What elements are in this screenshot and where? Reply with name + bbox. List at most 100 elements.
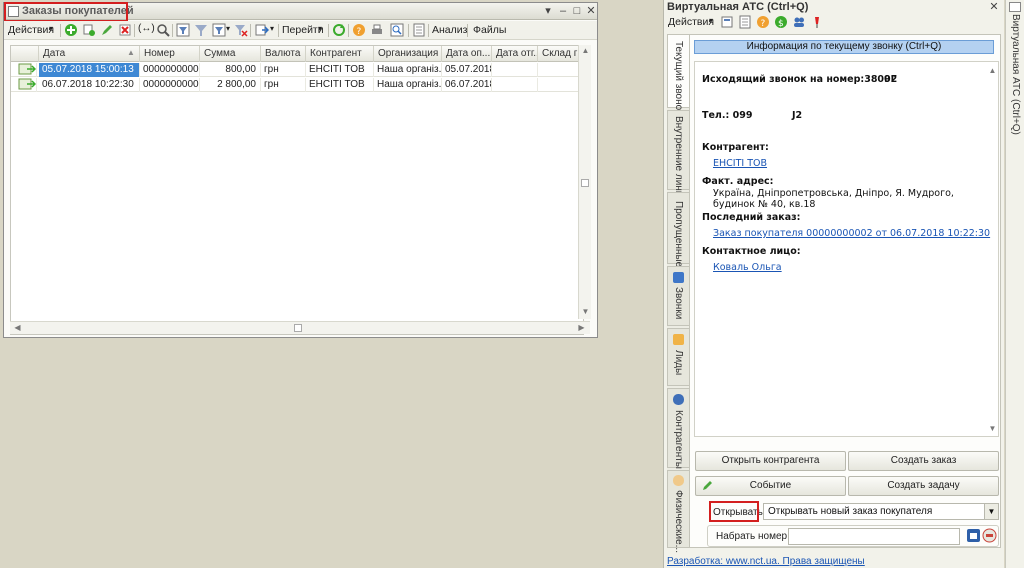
tab-counterparties[interactable]: Контрагенты bbox=[667, 388, 689, 469]
preview-icon[interactable] bbox=[390, 23, 404, 37]
column-header[interactable]: Сумма bbox=[200, 46, 261, 62]
event-button[interactable]: Событие bbox=[695, 476, 846, 496]
files-button[interactable]: Файлы bbox=[473, 24, 506, 36]
svg-text:?: ? bbox=[357, 27, 362, 37]
counterparty-link[interactable]: ЕНСІТІ ТОВ bbox=[713, 158, 767, 169]
phone-call-icon[interactable] bbox=[966, 528, 981, 543]
minimize-button[interactable]: – bbox=[556, 4, 570, 18]
contact-link[interactable]: Коваль Ольга bbox=[713, 262, 782, 273]
edit-icon[interactable] bbox=[100, 23, 114, 37]
scroll-left-icon[interactable]: ◀ bbox=[11, 323, 24, 332]
cell-organization[interactable]: Наша організ... bbox=[374, 78, 442, 92]
cell-counterparty[interactable]: ЕНСІТІ ТОВ bbox=[306, 78, 374, 92]
cell-ship-date[interactable] bbox=[492, 78, 538, 92]
table-row[interactable]: 06.07.2018 10:22:30 00000000002 2 800,00… bbox=[11, 78, 583, 92]
filter-dropdown-icon[interactable] bbox=[212, 23, 226, 37]
cell-date[interactable]: 05.07.2018 15:00:13 bbox=[39, 63, 140, 77]
help-icon[interactable]: ? bbox=[352, 23, 366, 37]
scroll-thumb[interactable] bbox=[294, 324, 302, 332]
collapsed-panel-strip[interactable]: Виртуальная АТС (Ctrl+Q) bbox=[1005, 0, 1024, 568]
structure-icon[interactable] bbox=[412, 23, 426, 37]
chevron-down-icon[interactable]: ▼ bbox=[984, 504, 998, 519]
interval-icon[interactable]: (↔) bbox=[138, 23, 155, 37]
cell-date[interactable]: 06.07.2018 10:22:30 bbox=[39, 78, 140, 92]
cell-currency[interactable]: грн bbox=[261, 78, 306, 92]
tab-current-call[interactable]: Текущий звонок bbox=[667, 34, 689, 115]
scroll-down-icon[interactable]: ▼ bbox=[986, 424, 999, 433]
scroll-thumb[interactable] bbox=[581, 179, 589, 187]
column-header[interactable]: Организация bbox=[374, 46, 442, 62]
tab-missed[interactable]: Пропущенные bbox=[667, 192, 689, 267]
refresh-icon[interactable] bbox=[332, 23, 346, 37]
add-icon[interactable] bbox=[64, 23, 78, 37]
tab-label: Лиды bbox=[673, 350, 684, 376]
actions-menu[interactable]: Действия bbox=[668, 16, 714, 28]
footer-link[interactable]: Разработка: www.nct.ua. Права защищены bbox=[667, 556, 865, 567]
marker-icon[interactable] bbox=[810, 15, 824, 29]
vertical-scrollbar[interactable]: ▲ ▼ bbox=[578, 45, 591, 319]
cell-organization[interactable]: Наша організ... bbox=[374, 63, 442, 77]
cell-currency[interactable]: грн bbox=[261, 63, 306, 77]
scroll-right-icon[interactable]: ▶ bbox=[575, 323, 588, 332]
filter-icon[interactable] bbox=[176, 23, 190, 37]
table-row[interactable]: 05.07.2018 15:00:13 00000000001 800,00 г… bbox=[11, 63, 583, 77]
cell-number[interactable]: 00000000002 bbox=[140, 78, 200, 92]
scroll-up-icon[interactable]: ▲ bbox=[986, 66, 999, 75]
structure-icon[interactable] bbox=[738, 15, 752, 29]
tab-calls[interactable]: Звонки bbox=[667, 266, 689, 326]
create-order-button[interactable]: Создать заказ bbox=[848, 451, 999, 471]
analysis-button[interactable]: Анализ bbox=[432, 24, 467, 36]
restore-icon[interactable] bbox=[1009, 2, 1021, 12]
cell-counterparty[interactable]: ЕНСІТІ ТОВ bbox=[306, 63, 374, 77]
chevron-down-icon[interactable]: ▾ bbox=[318, 24, 322, 33]
dial-number-input[interactable] bbox=[788, 528, 960, 545]
help-icon[interactable]: ? bbox=[756, 15, 770, 29]
cell-sum[interactable]: 800,00 bbox=[200, 63, 261, 77]
form-icon[interactable] bbox=[720, 15, 734, 29]
print-icon[interactable] bbox=[370, 23, 384, 37]
last-order-label: Последний заказ: bbox=[702, 212, 801, 223]
column-header[interactable]: Дата оп... bbox=[442, 46, 492, 62]
scroll-down-icon[interactable]: ▼ bbox=[579, 307, 592, 316]
cell-sum[interactable]: 2 800,00 bbox=[200, 78, 261, 92]
info-icon[interactable]: ▾ bbox=[541, 4, 555, 18]
horizontal-scrollbar[interactable]: ◀ ▶ bbox=[10, 321, 590, 334]
chevron-down-icon[interactable]: ▾ bbox=[709, 16, 713, 25]
chevron-down-icon[interactable]: ▾ bbox=[270, 24, 274, 33]
users-icon[interactable] bbox=[792, 15, 806, 29]
filter-list-icon[interactable] bbox=[194, 23, 208, 37]
scroll-up-icon[interactable]: ▲ bbox=[579, 46, 592, 55]
tab-internal-lines[interactable]: Внутренние линии bbox=[667, 110, 689, 202]
last-order-link[interactable]: Заказ покупателя 00000000002 от 06.07.20… bbox=[713, 228, 990, 239]
clear-filter-icon[interactable] bbox=[234, 23, 248, 37]
maximize-button[interactable]: □ bbox=[570, 4, 584, 18]
close-button[interactable]: ✕ bbox=[584, 4, 598, 18]
tab-individuals[interactable]: Физические... bbox=[667, 470, 689, 553]
info-header-button[interactable]: Информация по текущему звонку (Ctrl+Q) bbox=[694, 40, 994, 54]
settings-s-icon[interactable]: $ bbox=[774, 15, 788, 29]
copy-icon[interactable] bbox=[82, 23, 96, 37]
hangup-icon[interactable] bbox=[982, 528, 997, 543]
actions-menu[interactable]: Действия bbox=[8, 24, 54, 36]
column-header[interactable]: Дата bbox=[39, 46, 140, 62]
open-counterparty-button[interactable]: Открыть контрагента bbox=[695, 451, 846, 471]
create-task-button[interactable]: Создать задачу bbox=[848, 476, 999, 496]
chevron-down-icon[interactable]: ▾ bbox=[49, 24, 53, 33]
column-header[interactable]: Дата отг... bbox=[492, 46, 538, 62]
open-mode-select[interactable]: Открывать новый заказ покупателя ▼ bbox=[763, 503, 999, 520]
close-button[interactable]: ✕ bbox=[987, 0, 1001, 14]
column-header[interactable]: Номер bbox=[140, 46, 200, 62]
column-header[interactable]: Контрагент bbox=[306, 46, 374, 62]
cell-pay-date[interactable]: 05.07.2018 bbox=[442, 63, 492, 77]
cell-ship-date[interactable] bbox=[492, 63, 538, 77]
create-based-icon[interactable] bbox=[255, 23, 269, 37]
vertical-tabs: Текущий звонок Внутренние линии Пропущен… bbox=[667, 34, 689, 553]
column-header[interactable]: Валюта bbox=[261, 46, 306, 62]
search-icon[interactable] bbox=[156, 23, 170, 37]
cell-number[interactable]: 00000000001 bbox=[140, 63, 200, 77]
cell-pay-date[interactable]: 06.07.2018 bbox=[442, 78, 492, 92]
collapsed-panel-label: Виртуальная АТС (Ctrl+Q) bbox=[1010, 14, 1021, 135]
delete-icon[interactable] bbox=[118, 23, 132, 37]
chevron-down-icon[interactable]: ▾ bbox=[226, 24, 230, 33]
tab-leads[interactable]: Лиды bbox=[667, 328, 689, 386]
